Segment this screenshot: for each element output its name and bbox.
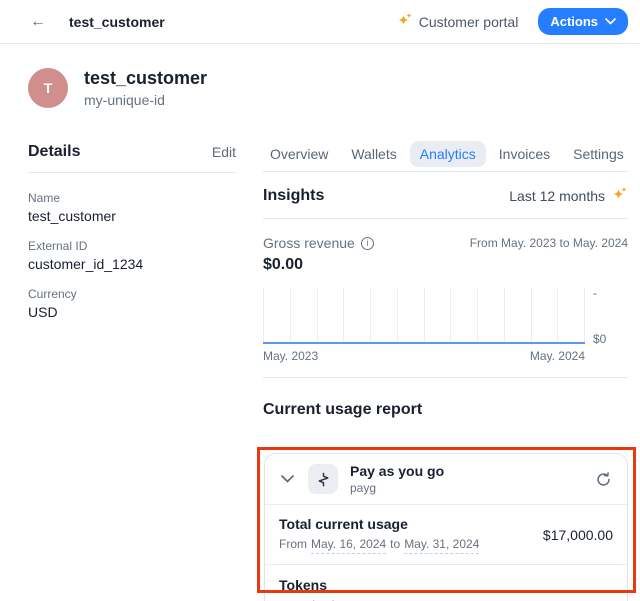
field-label: Currency [28,286,236,302]
tab-wallets[interactable]: Wallets [341,141,406,167]
field-value: customer_id_1234 [28,254,236,274]
top-bar: ← test_customer Customer portal Actions [0,0,640,44]
usage-report-heading: Current usage report [263,401,628,419]
y-axis-label-bottom: $0 [593,332,606,346]
detail-field-external-id: External ID customer_id_1234 [28,238,236,274]
field-label: Name [28,190,236,206]
back-arrow-icon: ← [30,13,46,30]
sparkle-icon [397,12,413,31]
tab-invoices[interactable]: Invoices [489,141,560,167]
avatar: T [28,68,68,108]
charge-title: Tokens [279,576,357,594]
period-selector[interactable]: Last 12 months [509,186,628,205]
charge-code: openai_tokens [279,597,357,601]
divider [263,377,628,378]
plan-code: payg [350,480,444,496]
detail-field-name: Name test_customer [28,190,236,226]
tab-bar: Overview Wallets Analytics Invoices Sett… [260,141,628,167]
tab-settings[interactable]: Settings [563,141,634,167]
tab-analytics[interactable]: Analytics [410,141,486,167]
collapse-toggle-button[interactable] [279,473,296,485]
details-panel: Details Edit Name test_customer External… [28,141,236,334]
customer-name: test_customer [84,67,207,89]
tab-overview[interactable]: Overview [260,141,338,167]
customer-external-id: my-unique-id [84,91,207,109]
chart-plot-area [263,288,585,344]
edit-details-button[interactable]: Edit [212,144,236,160]
chevron-down-icon [281,475,294,483]
customer-portal-button[interactable]: Customer portal [397,12,519,31]
gross-revenue-chart: - $0 May. 2023 May. 2024 [263,288,628,364]
insights-heading: Insights [263,187,324,205]
chart-range-label: From May. 2023 to May. 2024 [470,236,628,250]
actions-label: Actions [550,14,598,29]
period-start-date[interactable]: May. 16, 2024 [311,536,386,554]
page-title: test_customer [69,14,165,30]
x-axis-label-end: May. 2024 [530,349,585,363]
chart-zero-line [263,342,585,344]
total-usage-row: Total current usage From May. 16, 2024 t… [265,505,627,564]
total-usage-title: Total current usage [279,515,479,533]
period-label: Last 12 months [509,188,605,204]
x-axis-label-start: May. 2023 [263,349,318,363]
gross-revenue-label: Gross revenue [263,235,355,251]
plan-name: Pay as you go [350,462,444,480]
detail-field-currency: Currency USD [28,286,236,322]
customer-page: ← test_customer Customer portal Actions [0,0,640,601]
pulse-icon [316,472,331,487]
top-bar-actions: Customer portal Actions [397,8,628,35]
details-heading: Details [28,143,80,161]
main-panel: Overview Wallets Analytics Invoices Sett… [263,141,628,419]
field-label: External ID [28,238,236,254]
field-value: test_customer [28,206,236,226]
divider [263,218,628,219]
field-value: USD [28,302,236,322]
usage-report-card: Pay as you go payg Total current usage F… [264,453,628,601]
refresh-icon [596,472,611,487]
plan-icon-box [308,464,338,494]
period-prefix: From [279,536,307,554]
customer-portal-label: Customer portal [419,14,519,30]
back-button[interactable]: ← [28,12,48,32]
period-joiner: to [390,536,400,554]
divider [28,172,236,173]
period-end-date[interactable]: May. 31, 2024 [404,536,479,554]
customer-header: T test_customer my-unique-id [28,67,207,109]
y-axis-label-top: - [593,286,597,300]
sparkle-icon [612,186,628,205]
chevron-down-icon [605,18,616,25]
usage-period: From May. 16, 2024 to May. 31, 2024 [279,536,479,554]
total-usage-amount: $17,000.00 [543,527,613,543]
refresh-button[interactable] [594,470,613,489]
divider [263,171,628,172]
actions-button[interactable]: Actions [538,8,628,35]
info-icon[interactable]: i [361,237,374,250]
gross-revenue-value: $0.00 [263,256,628,274]
charge-row-tokens: Tokens openai_tokens [265,565,627,601]
